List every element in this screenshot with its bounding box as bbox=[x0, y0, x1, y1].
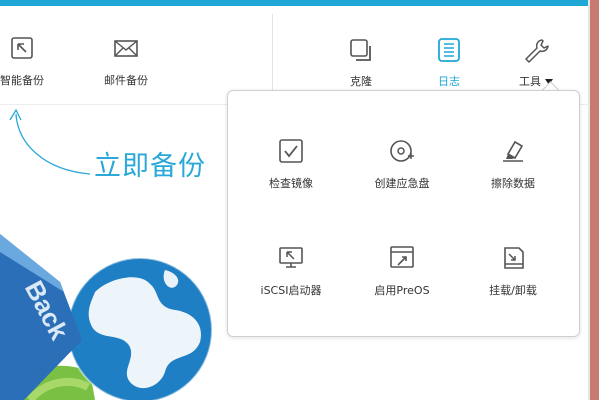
tools-label: 工具 bbox=[519, 75, 541, 88]
menu-item-wipe-data[interactable]: 擦除数据 bbox=[458, 138, 568, 208]
envelope-icon bbox=[112, 36, 140, 64]
preos-icon bbox=[389, 245, 415, 271]
menu-item-label: 检查镜像 bbox=[269, 177, 313, 190]
menu-item-label: 启用PreOS bbox=[374, 284, 430, 297]
log-icon bbox=[435, 37, 463, 65]
menu-item-label: 擦除数据 bbox=[491, 177, 535, 190]
menu-item-iscsi-initiator[interactable]: iSCSI启动器 bbox=[236, 245, 346, 315]
iscsi-initiator-icon bbox=[278, 245, 304, 271]
wrench-icon bbox=[522, 37, 550, 65]
menu-item-create-rescue-disk[interactable]: 创建应急盘 bbox=[347, 138, 457, 208]
menu-item-enable-preos[interactable]: 启用PreOS bbox=[347, 245, 457, 315]
mount-unmount-icon bbox=[500, 245, 526, 271]
menu-item-label: 创建应急盘 bbox=[374, 177, 430, 190]
eraser-icon bbox=[500, 138, 526, 164]
smart-backup-button[interactable]: 智能备份 bbox=[0, 36, 62, 104]
smart-backup-icon bbox=[8, 36, 36, 64]
backup-globe-logo: Back bbox=[0, 234, 213, 400]
check-image-icon bbox=[278, 138, 304, 164]
background-edge bbox=[590, 0, 599, 400]
menu-item-label: 挂载/卸载 bbox=[489, 284, 537, 297]
create-rescue-disk-icon bbox=[389, 138, 415, 164]
email-backup-button[interactable]: 邮件备份 bbox=[86, 36, 166, 104]
tools-dropdown-menu: 检查镜像 创建应急盘 擦除数据 iSCSI启动器 启用PreOS 挂载/卸载 bbox=[227, 90, 580, 337]
menu-item-mount-unmount[interactable]: 挂载/卸载 bbox=[458, 245, 568, 315]
smart-backup-label: 智能备份 bbox=[0, 74, 44, 87]
log-label: 日志 bbox=[438, 75, 460, 88]
clone-label: 克隆 bbox=[350, 75, 372, 88]
window-top-accent-bar bbox=[0, 0, 599, 6]
curved-arrow-icon bbox=[9, 108, 91, 175]
tools-label-wrap: 工具 bbox=[496, 73, 576, 89]
menu-item-label: iSCSI启动器 bbox=[260, 284, 322, 297]
backup-now-link[interactable]: 立即备份 bbox=[94, 144, 206, 183]
clone-icon bbox=[347, 37, 375, 65]
menu-item-check-image[interactable]: 检查镜像 bbox=[236, 138, 346, 208]
email-backup-label: 邮件备份 bbox=[104, 74, 148, 87]
